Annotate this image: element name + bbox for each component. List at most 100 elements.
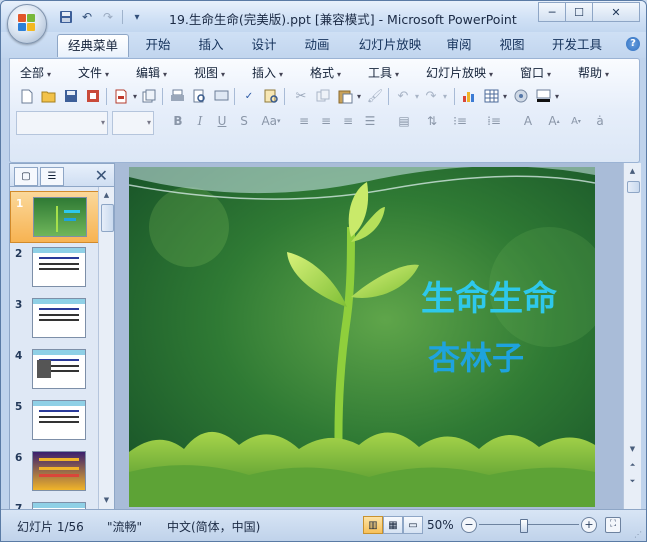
shadow-button[interactable]: S bbox=[234, 111, 254, 131]
screen-icon[interactable] bbox=[212, 87, 230, 105]
font-size-combo[interactable]: ▾ bbox=[112, 111, 154, 135]
theme-name[interactable]: "流畅" bbox=[107, 518, 142, 535]
minimize-button[interactable]: ─ bbox=[538, 2, 566, 22]
scroll-up-icon[interactable]: ▲ bbox=[626, 165, 639, 178]
tab-home[interactable]: 开始 bbox=[137, 34, 179, 56]
align-right-icon[interactable]: ≡ bbox=[338, 111, 358, 131]
zoom-slider-thumb[interactable] bbox=[520, 519, 528, 533]
tab-view[interactable]: 视图 bbox=[491, 34, 533, 56]
help-icon[interactable]: ? bbox=[626, 37, 640, 51]
fit-to-window-icon[interactable]: ⛶ bbox=[605, 517, 621, 533]
slide-thumbnails: 1 2 3 4 5 6 7 bbox=[10, 187, 98, 509]
clipart-icon[interactable] bbox=[512, 87, 530, 105]
tab-classic-menu[interactable]: 经典菜单 bbox=[57, 34, 129, 57]
zoom-in-icon[interactable]: + bbox=[581, 517, 597, 533]
slide-scrollbar[interactable]: ▲ ▼ ⏶ ⏷ bbox=[623, 163, 641, 509]
numbering-icon[interactable]: ⁞≡ bbox=[484, 111, 504, 131]
copy-pages-icon[interactable] bbox=[140, 87, 158, 105]
print-preview-icon[interactable] bbox=[190, 87, 208, 105]
language-status[interactable]: 中文(简体，中国) bbox=[167, 518, 260, 535]
undo-icon[interactable]: ↶ bbox=[78, 8, 96, 26]
change-case-button[interactable]: Aa ▾ bbox=[258, 111, 284, 131]
maximize-button[interactable]: ☐ bbox=[565, 2, 593, 22]
italic-button[interactable]: I bbox=[190, 111, 210, 131]
clear-format-icon[interactable]: ȧ bbox=[590, 111, 610, 131]
cut-icon[interactable]: ✂ bbox=[292, 87, 310, 105]
bold-button[interactable]: B bbox=[168, 111, 188, 131]
save-icon[interactable] bbox=[62, 87, 80, 105]
chart-icon[interactable] bbox=[460, 87, 478, 105]
menu-slide-show[interactable]: 幻灯片放映 ▾ bbox=[426, 63, 493, 83]
menu-all[interactable]: 全部 ▾ bbox=[20, 63, 51, 83]
slide-sorter-view-icon[interactable]: ▦ bbox=[383, 516, 403, 534]
research-icon[interactable] bbox=[262, 87, 280, 105]
open-icon[interactable] bbox=[40, 87, 58, 105]
spelling-icon[interactable]: ✓ bbox=[240, 87, 258, 105]
thumbnail-number: 5 bbox=[15, 401, 23, 413]
office-button[interactable] bbox=[7, 4, 47, 44]
font-color-icon[interactable]: A bbox=[518, 111, 538, 131]
next-slide-icon[interactable]: ⏷ bbox=[626, 475, 639, 488]
redo-dropdown-icon[interactable]: ▾ bbox=[436, 87, 454, 105]
slide-thumbnail[interactable]: 3 bbox=[10, 293, 98, 343]
scroll-thumb[interactable] bbox=[101, 204, 114, 232]
zoom-level[interactable]: 50% bbox=[427, 518, 454, 532]
grow-font-icon[interactable]: A ▴ bbox=[544, 111, 564, 131]
zoom-slider-track[interactable] bbox=[479, 524, 579, 525]
format-painter-icon[interactable]: 🖌 bbox=[366, 87, 384, 105]
slide-thumbnail[interactable]: 1 bbox=[10, 191, 98, 243]
slide-thumbnail[interactable]: 5 bbox=[10, 395, 98, 445]
scroll-up-icon[interactable]: ▲ bbox=[100, 189, 113, 202]
new-icon[interactable] bbox=[18, 87, 36, 105]
copy-icon[interactable] bbox=[314, 87, 332, 105]
scroll-down-icon[interactable]: ▼ bbox=[100, 494, 113, 507]
slide-thumbnail[interactable]: 2 bbox=[10, 242, 98, 292]
slides-tab-icon[interactable]: ▢ bbox=[14, 167, 38, 186]
slide-thumbnail[interactable]: 6 bbox=[10, 446, 98, 496]
slide-show-view-icon[interactable]: ▭ bbox=[403, 516, 423, 534]
thumbnail-scrollbar[interactable]: ▲ ▼ bbox=[98, 187, 114, 509]
thumbnail-number: 3 bbox=[15, 299, 23, 311]
close-pane-icon[interactable]: ✕ bbox=[95, 166, 108, 185]
scroll-thumb[interactable] bbox=[627, 181, 640, 193]
text-direction-icon[interactable]: ⇅ bbox=[422, 111, 442, 131]
menu-view[interactable]: 视图 ▾ bbox=[194, 63, 225, 83]
color-dropdown-icon[interactable]: ▾ bbox=[548, 87, 566, 105]
permission-icon[interactable] bbox=[84, 87, 102, 105]
slide-background bbox=[129, 167, 595, 507]
menu-help[interactable]: 帮助 ▾ bbox=[578, 63, 609, 83]
print-icon[interactable] bbox=[168, 87, 186, 105]
zoom-out-icon[interactable]: − bbox=[461, 517, 477, 533]
outline-tab-icon[interactable]: ☰ bbox=[40, 167, 64, 186]
menu-format[interactable]: 格式 ▾ bbox=[310, 63, 341, 83]
slide-thumbnail[interactable]: 7 bbox=[10, 497, 98, 509]
font-name-combo[interactable]: ▾ bbox=[16, 111, 108, 135]
menu-tools[interactable]: 工具 ▾ bbox=[368, 63, 399, 83]
align-left-icon[interactable]: ≡ bbox=[294, 111, 314, 131]
tab-design[interactable]: 设计 bbox=[243, 34, 285, 56]
bullets-icon[interactable]: ⁝≡ bbox=[450, 111, 470, 131]
menu-file[interactable]: 文件 ▾ bbox=[78, 63, 109, 83]
shrink-font-icon[interactable]: A ▾ bbox=[566, 111, 586, 131]
customize-qat-button[interactable]: ▾ bbox=[128, 8, 146, 26]
menu-insert[interactable]: 插入 ▾ bbox=[252, 63, 283, 83]
tab-developer[interactable]: 开发工具 bbox=[546, 34, 608, 56]
tab-review[interactable]: 审阅 bbox=[438, 34, 480, 56]
slide-thumbnail[interactable]: 4 bbox=[10, 344, 98, 394]
tab-animations[interactable]: 动画 bbox=[296, 34, 338, 56]
columns-icon[interactable]: ▤ bbox=[394, 111, 414, 131]
menu-edit[interactable]: 编辑 ▾ bbox=[136, 63, 167, 83]
tab-slide-show[interactable]: 幻灯片放映 bbox=[353, 34, 427, 56]
close-button[interactable]: ✕ bbox=[592, 2, 640, 22]
current-slide[interactable]: 生命生命 杏林子 bbox=[129, 167, 595, 507]
tab-insert[interactable]: 插入 bbox=[190, 34, 232, 56]
redo-icon[interactable]: ↷ bbox=[99, 8, 117, 26]
menu-window[interactable]: 窗口 ▾ bbox=[520, 63, 551, 83]
underline-button[interactable]: U bbox=[212, 111, 232, 131]
save-icon[interactable] bbox=[57, 8, 75, 26]
previous-slide-icon[interactable]: ⏶ bbox=[626, 459, 639, 472]
align-center-icon[interactable]: ≡ bbox=[316, 111, 336, 131]
scroll-down-icon[interactable]: ▼ bbox=[626, 443, 639, 456]
normal-view-icon[interactable]: ▥ bbox=[363, 516, 383, 534]
justify-icon[interactable]: ☰ bbox=[360, 111, 380, 131]
